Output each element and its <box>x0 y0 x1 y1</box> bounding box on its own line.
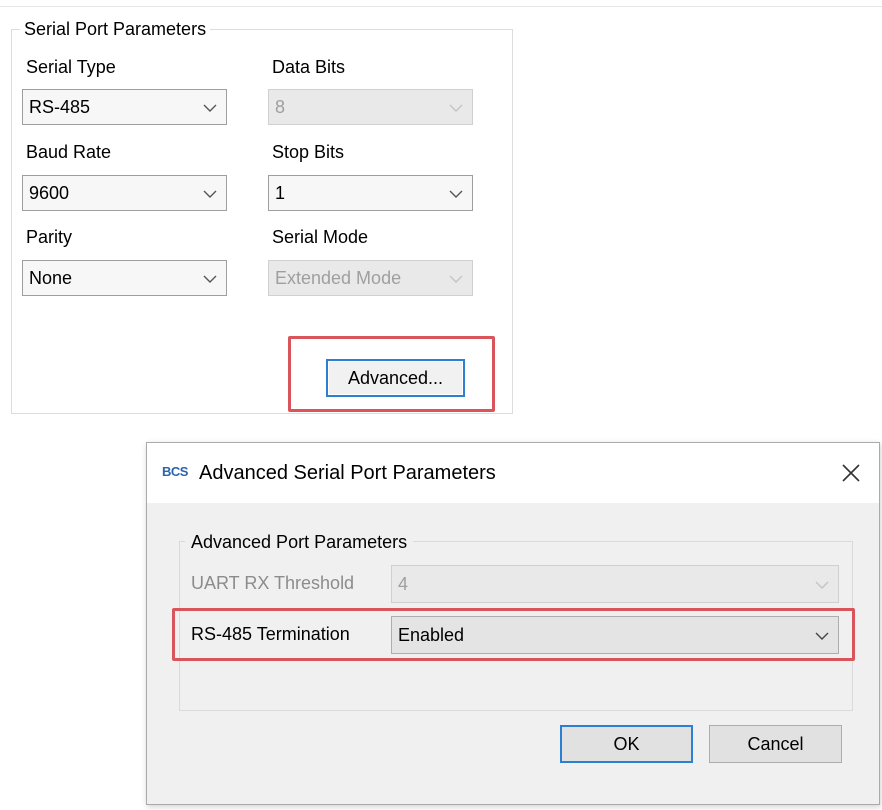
dialog-title: Advanced Serial Port Parameters <box>199 462 496 484</box>
serial-mode-select: Extended Mode <box>268 260 473 296</box>
app-logo-icon: BCS <box>162 464 188 479</box>
serial-mode-label: Serial Mode <box>272 227 369 247</box>
chevron-down-icon <box>448 186 464 202</box>
chevron-down-icon <box>448 271 464 287</box>
top-divider <box>0 6 882 7</box>
stop-bits-select[interactable]: 1 <box>268 175 473 211</box>
data-bits-value: 8 <box>275 97 286 117</box>
rs485-termination-highlight <box>172 608 855 661</box>
uart-rx-threshold-select: 4 <box>391 565 839 603</box>
chevron-down-icon <box>814 577 830 593</box>
cancel-button[interactable]: Cancel <box>709 725 842 763</box>
chevron-down-icon <box>202 271 218 287</box>
close-button[interactable] <box>837 459 865 487</box>
ok-button[interactable]: OK <box>560 725 693 763</box>
baud-rate-label: Baud Rate <box>26 142 112 162</box>
chevron-down-icon <box>448 100 464 116</box>
dialog-titlebar: BCS Advanced Serial Port Parameters <box>147 443 879 503</box>
advanced-port-parameters-title: Advanced Port Parameters <box>185 531 414 553</box>
stop-bits-value: 1 <box>275 183 286 203</box>
data-bits-select: 8 <box>268 89 473 125</box>
serial-port-parameters-title: Serial Port Parameters <box>20 18 211 40</box>
chevron-down-icon <box>202 100 218 116</box>
serial-type-value: RS-485 <box>29 97 91 117</box>
parity-label: Parity <box>26 227 73 247</box>
baud-rate-value: 9600 <box>29 183 70 203</box>
serial-mode-value: Extended Mode <box>275 268 402 288</box>
serial-type-select[interactable]: RS-485 <box>22 89 227 125</box>
serial-type-label: Serial Type <box>26 57 116 77</box>
stop-bits-label: Stop Bits <box>272 142 345 162</box>
parity-value: None <box>29 268 73 288</box>
advanced-button-highlight <box>288 336 495 412</box>
close-icon <box>842 464 860 482</box>
baud-rate-select[interactable]: 9600 <box>22 175 227 211</box>
chevron-down-icon <box>202 186 218 202</box>
data-bits-label: Data Bits <box>272 57 346 77</box>
advanced-serial-port-dialog: BCS Advanced Serial Port Parameters Adva… <box>146 442 880 805</box>
parity-select[interactable]: None <box>22 260 227 296</box>
uart-rx-threshold-label: UART RX Threshold <box>191 573 355 593</box>
uart-rx-threshold-value: 4 <box>398 574 409 594</box>
